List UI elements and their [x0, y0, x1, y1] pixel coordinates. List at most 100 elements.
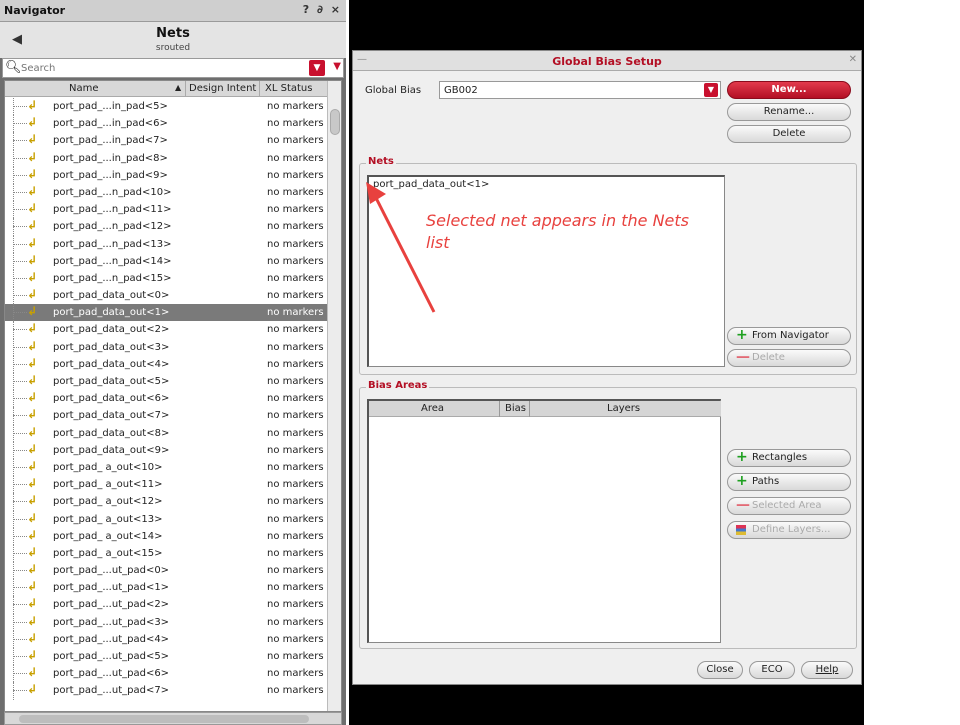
column-header-xl-status[interactable]: XL Status	[265, 83, 312, 94]
table-row[interactable]: ↲ port_pad_...n_pad<10> no markers	[5, 183, 329, 202]
horizontal-scrollbar[interactable]	[4, 712, 342, 725]
close-icon[interactable]: ✕	[849, 54, 857, 65]
table-row[interactable]: ↲ port_pad_ a_out<15> no markers	[5, 544, 329, 563]
table-row[interactable]: ↲ port_pad_...in_pad<7> no markers	[5, 132, 329, 150]
net-name: port_pad_data_out<0>	[53, 290, 170, 302]
table-row[interactable]: ↲ port_pad_ a_out<14> no markers	[5, 527, 329, 545]
scrollbar-thumb[interactable]	[330, 109, 340, 135]
nets-delete-label: Delete	[752, 352, 785, 363]
table-row[interactable]: ↲ port_pad_...n_pad<13> no markers	[5, 235, 329, 253]
table-row[interactable]: ↲ port_pad_data_out<3> no markers	[5, 338, 329, 356]
table-row[interactable]: ↲ port_pad_...ut_pad<7> no markers	[5, 682, 329, 700]
column-header-design-intent[interactable]: Design Intent	[189, 83, 256, 94]
net-icon: ↲	[27, 149, 38, 164]
new-button[interactable]: New...	[727, 81, 851, 99]
define-layers-button[interactable]: Define Layers...	[727, 521, 851, 539]
table-row[interactable]: ↲ port_pad_ a_out<13> no markers	[5, 510, 329, 528]
chevron-down-icon[interactable]: ▼	[704, 83, 718, 97]
net-icon: ↲	[27, 390, 38, 405]
from-navigator-button[interactable]: + From Navigator	[727, 327, 851, 345]
sort-asc-icon: ▲	[175, 83, 182, 92]
column-separator	[259, 81, 260, 97]
table-row[interactable]: ↲ port_pad_...ut_pad<1> no markers	[5, 579, 329, 597]
table-row[interactable]: ↲ port_pad_ a_out<10> no markers	[5, 458, 329, 477]
search-icon: 🔍︎	[5, 60, 22, 75]
search-input[interactable]	[21, 61, 301, 75]
table-row[interactable]: ↲ port_pad_...in_pad<9> no markers	[5, 166, 329, 184]
layers-icon	[736, 525, 746, 535]
net-icon: ↲	[27, 235, 38, 250]
nets-delete-button[interactable]: — Delete	[727, 349, 851, 367]
help-button[interactable]: Help	[801, 661, 853, 679]
table-row[interactable]: ↲ port_pad_ a_out<11> no markers	[5, 476, 329, 494]
table-row[interactable]: ↲ port_pad_data_out<8> no markers	[5, 424, 329, 442]
table-row[interactable]: ↲ port_pad_data_out<0> no markers	[5, 287, 329, 305]
net-icon: ↲	[27, 596, 38, 611]
close-button[interactable]: Close	[697, 661, 743, 679]
table-row[interactable]: ↲ port_pad_data_out<6> no markers	[5, 390, 329, 408]
tree-connector	[13, 381, 27, 382]
net-status: no markers	[267, 547, 324, 559]
net-icon: ↲	[27, 527, 38, 542]
table-row[interactable]: ↲ port_pad_...ut_pad<3> no markers	[5, 613, 329, 631]
table-row[interactable]: ↲ port_pad_data_out<4> no markers	[5, 355, 329, 373]
table-row[interactable]: ↲ port_pad_data_out<1> no markers	[5, 304, 329, 322]
table-row[interactable]: ↲ port_pad_data_out<9> no markers	[5, 441, 329, 459]
tree-rows: ↲ port_pad_...in_pad<5> no markers ↲ port_pa…	[5, 98, 329, 700]
net-icon: ↲	[27, 321, 38, 336]
table-row[interactable]: ↲ port_pad_...ut_pad<4> no markers	[5, 630, 329, 648]
net-status: no markers	[267, 118, 324, 130]
net-name: port_pad_...in_pad<6>	[53, 118, 168, 130]
tree-connector	[13, 518, 27, 520]
column-header-name[interactable]: Name	[69, 83, 99, 94]
net-name: port_pad_data_out<6>	[53, 393, 170, 405]
scrollbar-thumb[interactable]	[19, 715, 309, 723]
table-row[interactable]: ↲ port_pad_...ut_pad<5> no markers	[5, 648, 329, 666]
global-bias-select[interactable]: GB002 ▼	[439, 81, 721, 99]
filter-dropdown-icon[interactable]: ▼	[333, 61, 341, 72]
net-status: no markers	[267, 685, 324, 697]
table-row[interactable]: ↲ port_pad_...ut_pad<2> no markers	[5, 596, 329, 614]
net-icon: ↲	[27, 132, 38, 147]
table-row[interactable]: ↲ port_pad_data_out<7> no markers	[5, 407, 329, 425]
navigator-header: ◀ Nets srouted	[0, 22, 346, 58]
tree-connector	[13, 690, 27, 692]
net-icon: ↲	[27, 98, 38, 112]
window-controls-icon[interactable]: ? ∂ ×	[303, 3, 342, 16]
table-row[interactable]: ↲ port_pad_ a_out<12> no markers	[5, 493, 329, 511]
table-row[interactable]: ↲ port_pad_...n_pad<15> no markers	[5, 269, 329, 288]
table-row[interactable]: ↲ port_pad_...n_pad<11> no markers	[5, 201, 329, 219]
vertical-scrollbar[interactable]	[327, 81, 341, 711]
tree-connector	[13, 449, 27, 451]
net-status: no markers	[267, 376, 324, 387]
column-header-layers[interactable]: Layers	[607, 403, 640, 414]
tree-header: Name ▲ Design Intent XL Status	[5, 81, 341, 97]
rectangles-label: Rectangles	[752, 452, 808, 463]
column-header-area[interactable]: Area	[421, 403, 444, 414]
table-row[interactable]: ↲ port_pad_...in_pad<6> no markers	[5, 115, 329, 133]
net-icon: ↲	[27, 424, 38, 439]
table-row[interactable]: ↲ port_pad_...ut_pad<0> no markers	[5, 562, 329, 580]
table-row[interactable]: ↲ port_pad_data_out<5> no markers	[5, 373, 329, 391]
column-header-bias[interactable]: Bias	[505, 403, 526, 414]
delete-button[interactable]: Delete	[727, 125, 851, 143]
table-row[interactable]: ↲ port_pad_data_out<2> no markers	[5, 321, 329, 339]
table-row[interactable]: ↲ port_pad_...in_pad<5> no markers	[5, 98, 329, 116]
table-row[interactable]: ↲ port_pad_...n_pad<14> no markers	[5, 252, 329, 270]
table-row[interactable]: ↲ port_pad_...ut_pad<6> no markers	[5, 665, 329, 683]
bias-areas-table[interactable]: Area Bias Layers	[367, 399, 721, 643]
tree-connector	[13, 260, 27, 262]
net-status: no markers	[267, 444, 324, 456]
tree-connector	[13, 587, 27, 589]
paths-button[interactable]: + Paths	[727, 473, 851, 491]
minus-icon: —	[736, 349, 750, 365]
filter-icon[interactable]: ▼	[309, 60, 325, 76]
table-row[interactable]: ↲ port_pad_...n_pad<12> no markers	[5, 218, 329, 236]
eco-button[interactable]: ECO	[749, 661, 795, 679]
tree-connector	[13, 656, 27, 657]
rectangles-button[interactable]: + Rectangles	[727, 449, 851, 467]
table-row[interactable]: ↲ port_pad_...in_pad<8> no markers	[5, 149, 329, 167]
selected-area-button[interactable]: — Selected Area	[727, 497, 851, 515]
rename-button[interactable]: Rename...	[727, 103, 851, 121]
net-status: no markers	[267, 255, 324, 267]
